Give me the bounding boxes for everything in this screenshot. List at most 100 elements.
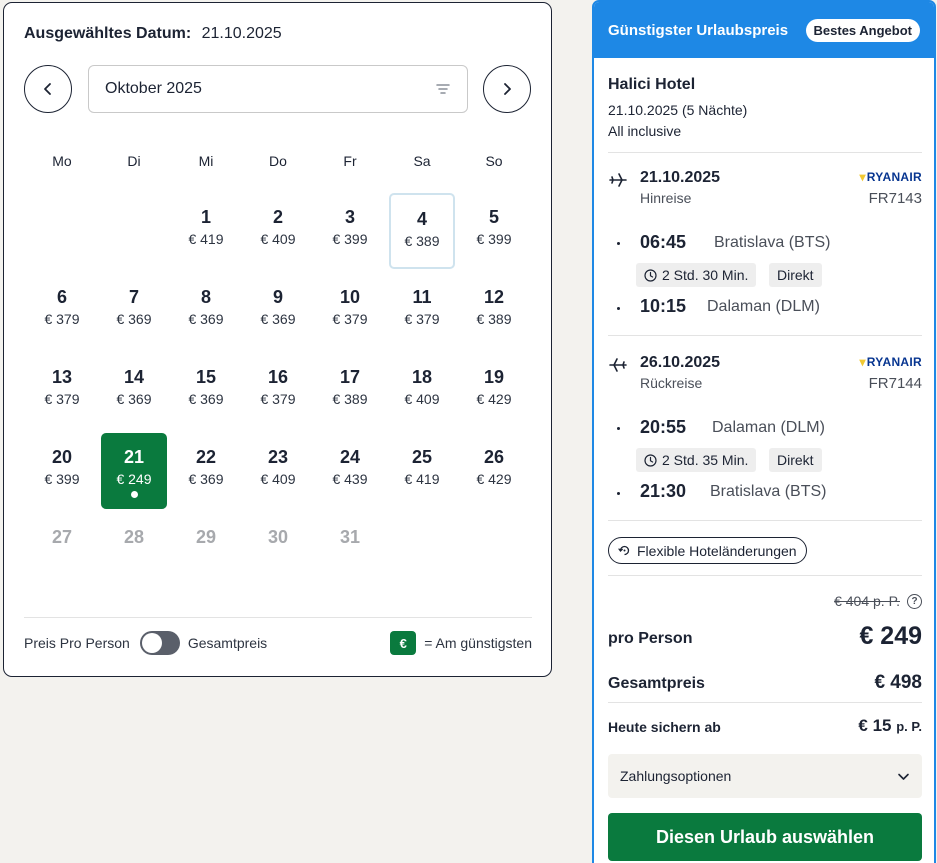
calendar-day[interactable]: 2 € 409: [245, 193, 311, 269]
weekday-label: Do: [269, 153, 287, 169]
calendar-day[interactable]: 17 € 389: [317, 353, 383, 429]
day-price: € 399: [44, 471, 80, 487]
calendar-day[interactable]: 5 € 399: [461, 193, 527, 269]
day-number: 17: [339, 367, 361, 387]
plane-departure-icon: [609, 173, 627, 187]
next-month-button[interactable]: [483, 65, 531, 113]
flight-stops: Direkt: [777, 267, 814, 283]
per-person-toggle-label: Preis Pro Person: [24, 635, 130, 651]
hotel-name: Halici Hotel: [608, 76, 696, 93]
calendar-day[interactable]: 4 € 389: [389, 193, 455, 269]
calendar-day[interactable]: 23 € 409: [245, 433, 311, 509]
calendar-day[interactable]: 18 € 409: [389, 353, 455, 429]
calendar-day[interactable]: 3 € 399: [317, 193, 383, 269]
flexible-hotel-changes-button[interactable]: Flexible Hoteländerungen: [608, 537, 807, 564]
inbound-arrival-time: 21:30: [640, 481, 687, 501]
day-price: € 369: [116, 391, 152, 407]
calendar-day[interactable]: 10 € 379: [317, 273, 383, 349]
clock-icon: [644, 268, 657, 282]
calendar-day[interactable]: 6 € 379: [29, 273, 95, 349]
offer-header: Günstigster Urlaubspreis Bestes Angebot: [594, 2, 934, 58]
day-price: € 429: [476, 391, 512, 407]
calendar-day[interactable]: 24 € 439: [317, 433, 383, 509]
day-number: 9: [272, 287, 283, 307]
calendar-day[interactable]: 7 € 369: [101, 273, 167, 349]
day-price: € 409: [260, 231, 296, 247]
payment-options-label: Zahlungsoptionen: [620, 768, 732, 784]
day-number: 14: [123, 367, 145, 387]
calendar-day: 29: [173, 513, 239, 589]
divider: [608, 702, 922, 703]
calendar-day[interactable]: 15 € 369: [173, 353, 239, 429]
price-mode-toggle[interactable]: [139, 631, 180, 655]
day-number: 2: [272, 207, 283, 227]
calendar-days-grid: 1 € 419 2 € 409 3 € 399 4 € 389 5 € 399 6 € 379 7 € 3…: [26, 191, 530, 591]
calendar-day[interactable]: 21 € 249: [101, 433, 167, 509]
calendar-day[interactable]: 11 € 379: [389, 273, 455, 349]
day-number: 6: [56, 287, 67, 307]
day-price: € 419: [188, 231, 224, 247]
day-number: 27: [51, 527, 73, 547]
calendar-day[interactable]: 22 € 369: [173, 433, 239, 509]
cheapest-legend: € = Am günstigsten: [390, 631, 532, 655]
calendar-day-empty: [29, 193, 95, 269]
flexible-hotel-changes-label: Flexible Hoteländerungen: [637, 542, 797, 559]
calendar-day[interactable]: 8 € 369: [173, 273, 239, 349]
flight-duration: 2 Std. 35 Min.: [662, 452, 749, 468]
calendar-day[interactable]: 19 € 429: [461, 353, 527, 429]
weekday-label: Di: [127, 153, 141, 169]
calendar-day[interactable]: 1 € 419: [173, 193, 239, 269]
weekday-label: Sa: [413, 153, 431, 169]
offer-panel: Günstigster Urlaubspreis Bestes Angebot …: [592, 0, 936, 863]
total-price-label: Gesamtpreis: [608, 675, 705, 692]
day-price: € 379: [44, 311, 80, 327]
weekday-header: Mo Di Mi Do Fr Sa So: [26, 153, 530, 169]
day-number: 31: [339, 527, 361, 547]
payment-options-dropdown[interactable]: Zahlungsoptionen: [608, 754, 922, 798]
calendar-day[interactable]: 13 € 379: [29, 353, 95, 429]
day-price: € 249: [116, 471, 152, 487]
day-number: 22: [195, 447, 217, 467]
day-price: € 369: [116, 311, 152, 327]
selected-day-dot: [130, 491, 138, 498]
day-price: € 369: [188, 391, 224, 407]
calendar-day[interactable]: 16 € 379: [245, 353, 311, 429]
chevron-right-icon: [504, 83, 511, 95]
calendar-day: 28: [101, 513, 167, 589]
calendar-day[interactable]: 14 € 369: [101, 353, 167, 429]
day-number: 12: [483, 287, 505, 307]
outbound-date: 21.10.2025: [640, 169, 721, 186]
outbound-arrival-time: 10:15: [640, 296, 687, 316]
divider: [608, 335, 922, 336]
info-icon[interactable]: ?: [907, 594, 922, 609]
clock-icon: [644, 453, 657, 467]
previous-month-button[interactable]: [24, 65, 72, 113]
calendar-day[interactable]: 9 € 369: [245, 273, 311, 349]
direct-flight-chip: Direkt: [769, 448, 822, 472]
month-select[interactable]: Oktober 2025: [88, 65, 468, 113]
timeline-dot: [617, 427, 620, 430]
day-number: 7: [128, 287, 139, 307]
total-price-toggle-label: Gesamtpreis: [187, 635, 268, 651]
selected-date-label: Ausgewähltes Datum:: [24, 25, 192, 42]
divider: [24, 617, 532, 618]
day-price: € 409: [404, 391, 440, 407]
timeline-dot: [617, 307, 620, 310]
calendar-day[interactable]: 26 € 429: [461, 433, 527, 509]
day-number: 21: [123, 447, 145, 467]
inbound-departure-airport: Dalaman (DLM): [712, 419, 825, 436]
day-number: 15: [195, 367, 217, 387]
timeline-dot: [617, 492, 620, 495]
select-holiday-button[interactable]: Diesen Urlaub auswählen: [608, 813, 922, 861]
day-number: 23: [267, 447, 289, 467]
calendar-day[interactable]: 12 € 389: [461, 273, 527, 349]
calendar-day: 27: [29, 513, 95, 589]
flight-duration-chip: 2 Std. 30 Min.: [636, 263, 757, 287]
outbound-direction: Hinreise: [640, 190, 692, 206]
calendar-day[interactable]: 20 € 399: [29, 433, 95, 509]
calendar-day[interactable]: 25 € 419: [389, 433, 455, 509]
day-number: 25: [411, 447, 433, 467]
day-number: 19: [483, 367, 505, 387]
total-price: € 498: [874, 672, 922, 693]
cheapest-legend-label: = Am günstigsten: [424, 635, 532, 651]
